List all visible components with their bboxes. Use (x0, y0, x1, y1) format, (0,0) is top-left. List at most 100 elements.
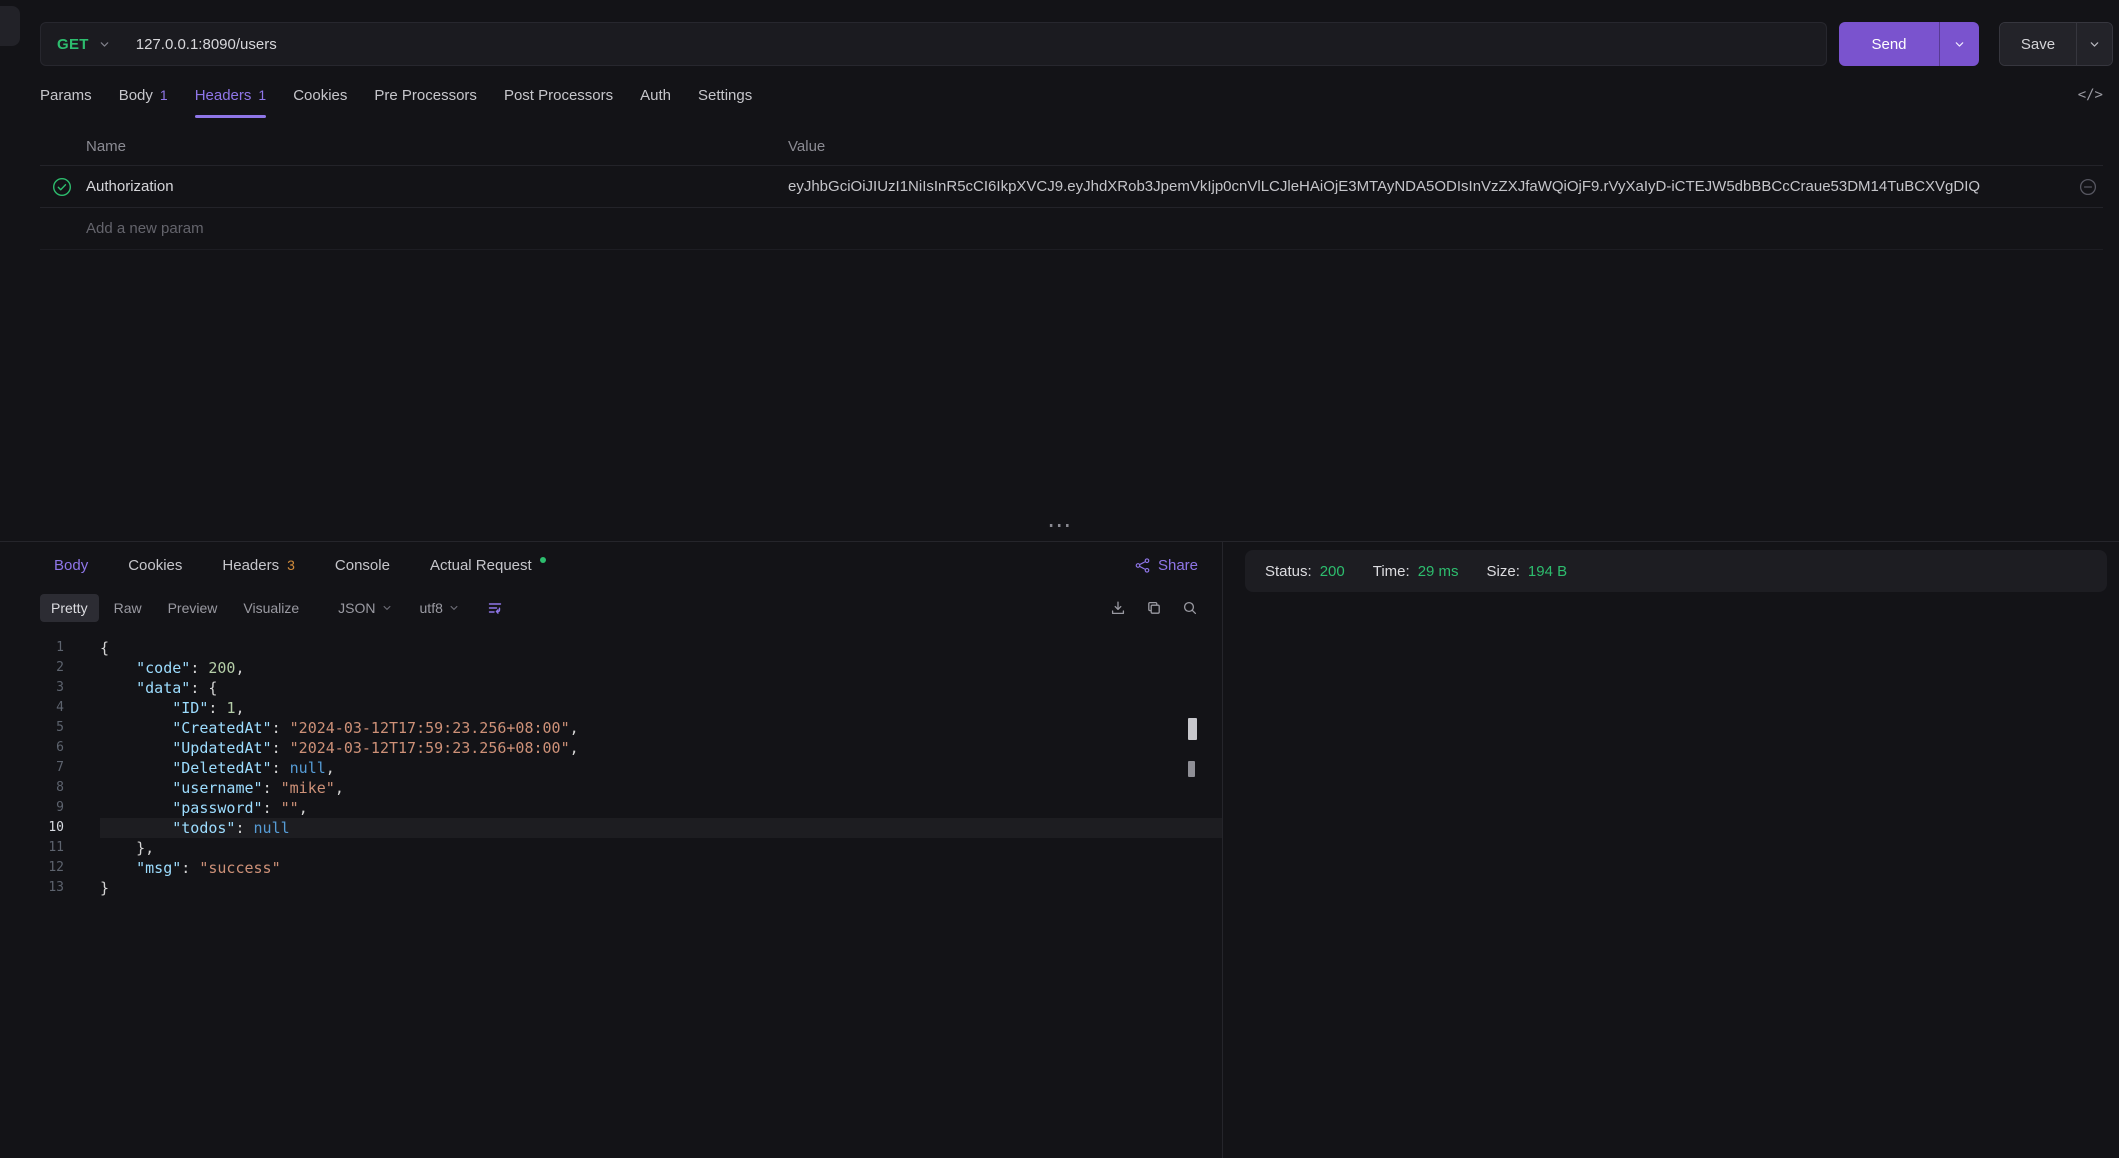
chevron-down-icon (1954, 39, 1965, 50)
tab-label: Headers (195, 87, 252, 104)
word-wrap-icon[interactable] (487, 600, 503, 616)
language-select[interactable]: JSON (338, 600, 391, 616)
code-token: : (208, 699, 226, 717)
tab-label: Actual Request (430, 557, 532, 574)
mode-visualize-button[interactable]: Visualize (232, 594, 310, 622)
code-line[interactable]: "DeletedAt": null, (100, 758, 1222, 778)
code-line[interactable]: "username": "mike", (100, 778, 1222, 798)
add-param-row[interactable]: Add a new param (40, 208, 2103, 250)
send-options-button[interactable] (1939, 22, 1979, 66)
response-editor[interactable]: 12345678910111213 { "code": 200, "data":… (0, 628, 1222, 1158)
tab-response-console[interactable]: Console (335, 557, 390, 574)
code-token: : (190, 659, 208, 677)
status-value: 200 (1320, 563, 1345, 580)
tab-settings[interactable]: Settings (698, 70, 752, 120)
code-token: 200 (208, 659, 235, 677)
share-icon (1135, 558, 1150, 573)
size-value: 194 B (1528, 563, 1567, 580)
tab-label: Pre Processors (374, 87, 477, 104)
mode-pretty-button[interactable]: Pretty (40, 594, 99, 622)
tab-auth[interactable]: Auth (640, 70, 671, 120)
code-token (100, 799, 172, 817)
line-number: 6 (0, 738, 64, 758)
code-token: "mike" (281, 779, 335, 797)
code-token: "ID" (172, 699, 208, 717)
code-line[interactable]: } (100, 878, 1222, 898)
pane-resize-handle[interactable]: ⋯ (1047, 518, 1072, 534)
save-button[interactable]: Save (2000, 23, 2076, 65)
overview-ruler-mark (1188, 718, 1197, 740)
tab-label: Headers (222, 557, 279, 574)
mode-preview-button[interactable]: Preview (157, 594, 229, 622)
code-line[interactable]: "UpdatedAt": "2024-03-12T17:59:23.256+08… (100, 738, 1222, 758)
table-header-row: Name Value (40, 128, 2103, 166)
code-token (100, 759, 172, 777)
tab-headers[interactable]: Headers 1 (195, 70, 267, 120)
row-enabled-check-icon[interactable] (40, 177, 86, 197)
header-value-cell[interactable]: eyJhbGciOiJIUzI1NiIsInR5cCI6IkpXVCJ9.eyJ… (788, 178, 2067, 195)
code-line[interactable]: "ID": 1, (100, 698, 1222, 718)
code-token: , (235, 659, 244, 677)
header-name-cell[interactable]: Authorization (86, 178, 788, 195)
code-line[interactable]: "data": { (100, 678, 1222, 698)
line-number: 4 (0, 698, 64, 718)
tab-pre-processors[interactable]: Pre Processors (374, 70, 477, 120)
status-badge: Status: 200 (1265, 563, 1345, 580)
status-label: Status: (1265, 563, 1312, 580)
code-line[interactable]: }, (100, 838, 1222, 858)
response-panel: Body Cookies Headers 3 Console Actual Re… (0, 542, 2119, 1158)
modified-indicator-dot (540, 557, 546, 563)
code-token (100, 719, 172, 737)
encoding-select[interactable]: utf8 (420, 600, 459, 616)
remove-row-icon[interactable] (2079, 178, 2097, 196)
code-token: "DeletedAt" (172, 759, 271, 777)
method-select[interactable]: GET (41, 23, 128, 65)
tab-response-body[interactable]: Body (54, 557, 88, 574)
code-token: , (570, 719, 579, 737)
mode-raw-button[interactable]: Raw (103, 594, 153, 622)
search-icon[interactable] (1182, 600, 1198, 616)
share-button[interactable]: Share (1135, 557, 1198, 574)
line-number: 9 (0, 798, 64, 818)
time-label: Time: (1373, 563, 1410, 580)
code-token: "todos" (172, 819, 235, 837)
tab-count-badge: 1 (160, 87, 168, 103)
size-label: Size: (1487, 563, 1520, 580)
code-token (100, 679, 136, 697)
code-token: null (290, 759, 326, 777)
code-line[interactable]: "msg": "success" (100, 858, 1222, 878)
code-token: : (263, 799, 281, 817)
code-token: "username" (172, 779, 262, 797)
code-line[interactable]: { (100, 638, 1222, 658)
line-number: 3 (0, 678, 64, 698)
copy-icon[interactable] (1146, 600, 1162, 616)
tab-body[interactable]: Body 1 (119, 70, 168, 120)
code-snippet-icon[interactable]: </> (2078, 87, 2103, 103)
tab-actual-request[interactable]: Actual Request (430, 557, 546, 574)
share-label: Share (1158, 557, 1198, 574)
tab-label: Console (335, 557, 390, 574)
save-options-button[interactable] (2076, 23, 2112, 65)
code-line[interactable]: "CreatedAt": "2024-03-12T17:59:23.256+08… (100, 718, 1222, 738)
send-button[interactable]: Send (1839, 22, 1939, 66)
code-token: : (235, 819, 253, 837)
code-line[interactable]: "password": "", (100, 798, 1222, 818)
code-line[interactable]: "code": 200, (100, 658, 1222, 678)
code-line[interactable]: "todos": null (100, 818, 1222, 838)
code-token: "password" (172, 799, 262, 817)
tab-label: Cookies (128, 557, 182, 574)
download-icon[interactable] (1110, 600, 1126, 616)
url-box: GET (40, 22, 1827, 66)
line-number: 11 (0, 838, 64, 858)
tab-response-cookies[interactable]: Cookies (128, 557, 182, 574)
code-token: "CreatedAt" (172, 719, 271, 737)
sidebar-collapsed-handle[interactable] (0, 6, 20, 46)
tab-post-processors[interactable]: Post Processors (504, 70, 613, 120)
tab-params[interactable]: Params (40, 70, 92, 120)
url-input[interactable] (128, 23, 1826, 65)
code-token: }, (100, 839, 154, 857)
tab-response-headers[interactable]: Headers 3 (222, 557, 295, 574)
code-token: : (272, 739, 290, 757)
tab-cookies[interactable]: Cookies (293, 70, 347, 120)
line-number: 5 (0, 718, 64, 738)
